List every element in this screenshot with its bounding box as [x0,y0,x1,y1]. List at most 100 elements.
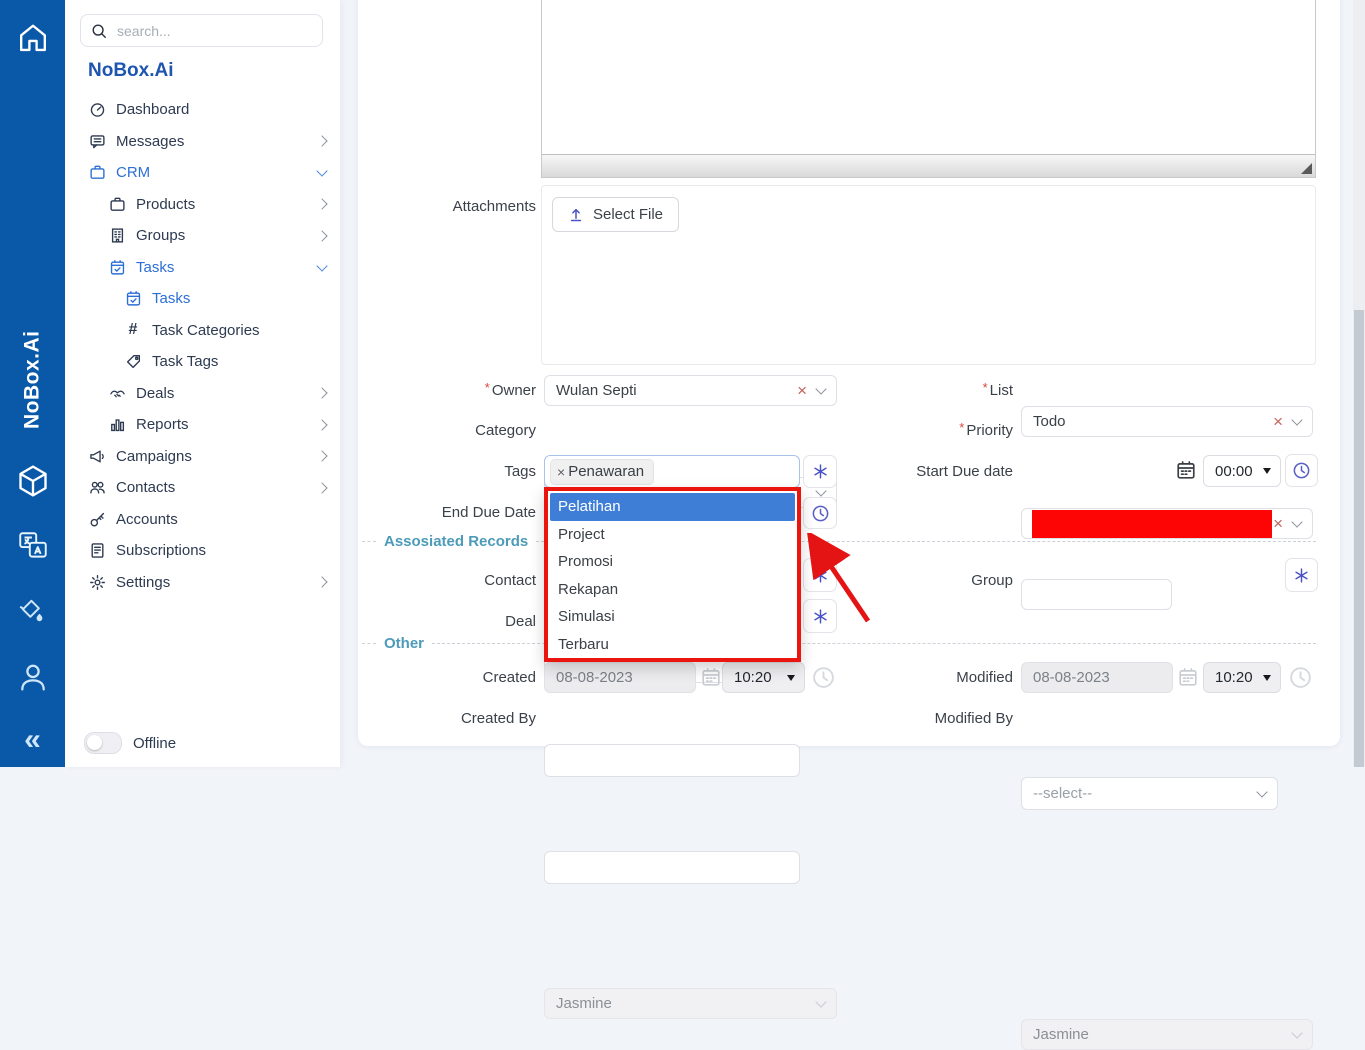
dropdown-option[interactable]: Project [548,521,797,549]
created-by-value: Jasmine [556,995,612,1012]
task-calendar-icon [108,258,126,276]
contact-select[interactable] [544,744,800,777]
task-calendar-icon [124,290,142,308]
chevron-right-icon [316,577,327,588]
dropdown-option[interactable]: Simulasi [548,603,797,631]
sidebar-item-reports[interactable]: Reports [65,409,340,441]
owner-select[interactable]: Wulan Septi × [544,375,837,406]
asterisk-icon [1293,567,1310,584]
clock-icon-disabled [1288,665,1313,690]
created-label: Created [336,667,536,688]
offline-label: Offline [133,735,176,752]
tags-input[interactable]: × Penawaran [544,455,800,488]
priority-clear-icon[interactable]: × [1273,513,1283,534]
description-editor[interactable] [541,0,1316,178]
start-due-time-value: 00:00 [1215,463,1253,480]
dropdown-option[interactable]: Rekapan [548,576,797,604]
start-due-clock-button[interactable] [1285,454,1318,487]
chevron-down-icon[interactable] [1291,414,1302,425]
sidebar-item-settings[interactable]: Settings [65,567,340,599]
end-due-clock-button[interactable] [803,497,837,529]
building-icon [108,227,126,245]
sidebar-item-accounts[interactable]: Accounts [65,504,340,536]
chevron-down-icon [316,166,327,177]
translate-icon[interactable] [0,525,65,567]
upload-icon [568,207,584,223]
owner-label: *Owner [336,380,536,401]
briefcase-icon [88,164,106,182]
required-asterisk: * [983,380,988,395]
sidebar: NoBox.Ai Dashboard Messages CRM Products [65,0,340,767]
sidebar-item-tasks-sub[interactable]: Tasks [65,283,340,315]
calendar-icon[interactable] [1176,460,1196,480]
chevron-down-icon[interactable] [1291,516,1302,527]
dropdown-option[interactable]: Promosi [548,548,797,576]
chevron-right-icon [316,136,327,147]
select-arrow-icon [1263,675,1271,681]
list-select[interactable]: Todo × [1021,406,1313,437]
category-label: Category [336,420,536,441]
modified-by-value: Jasmine [1033,1026,1089,1043]
created-date-input: 08-08-2023 [544,662,696,693]
sidebar-item-crm[interactable]: CRM [65,157,340,189]
search-box[interactable] [80,14,323,47]
document-icon [88,542,106,560]
ink-drop-icon[interactable] [0,590,65,634]
megaphone-icon [88,447,106,465]
dropdown-option[interactable]: Pelatihan [550,493,795,521]
box-icon[interactable] [0,455,65,507]
sidebar-item-tasks[interactable]: Tasks [65,252,340,284]
tag-chip-label: Penawaran [568,463,644,480]
select-arrow-icon [787,675,795,681]
created-by-label: Created By [336,708,536,729]
offline-toggle[interactable] [84,732,122,754]
chevron-down-icon [1291,1027,1302,1038]
sidebar-item-groups[interactable]: Groups [65,220,340,252]
sidebar-menu: Dashboard Messages CRM Products Groups [65,94,340,598]
tags-label: Tags [336,461,536,482]
section-title: Assosiated Records [384,533,528,550]
page-scrollbar[interactable] [1353,0,1365,767]
group-select[interactable]: --select-- [1021,777,1278,810]
modified-time-select[interactable]: 10:20 [1203,662,1281,693]
group-mandatory-button[interactable] [1285,558,1318,592]
select-file-button[interactable]: Select File [552,197,679,232]
sidebar-item-contacts[interactable]: Contacts [65,472,340,504]
sidebar-item-task-categories[interactable]: # Task Categories [65,315,340,347]
resize-handle-icon[interactable] [1301,163,1312,174]
search-input[interactable] [115,22,312,40]
sidebar-item-messages[interactable]: Messages [65,126,340,158]
list-clear-icon[interactable]: × [1273,411,1283,432]
required-asterisk: * [485,380,490,395]
priority-label: *Priority [813,420,1013,441]
sidebar-item-subscriptions[interactable]: Subscriptions [65,535,340,567]
owner-clear-icon[interactable]: × [797,380,807,401]
tags-dropdown: Pelatihan Project Promosi Rekapan Simula… [544,487,801,662]
sidebar-item-dashboard[interactable]: Dashboard [65,94,340,126]
start-due-time-select[interactable]: 00:00 [1203,455,1281,487]
chevron-down-icon [815,996,826,1007]
remove-tag-icon[interactable]: × [557,464,565,480]
chevron-down-icon[interactable] [1256,786,1267,797]
dropdown-option[interactable]: Terbaru [548,631,797,659]
sidebar-item-task-tags[interactable]: Task Tags [65,346,340,378]
home-icon[interactable] [0,14,65,60]
collapse-icon[interactable]: « [0,718,65,762]
sidebar-item-products[interactable]: Products [65,189,340,221]
scrollbar-thumb[interactable] [1354,310,1364,767]
gauge-icon [88,101,106,119]
modified-by-select: Jasmine [1021,1019,1313,1050]
chevron-right-icon [316,482,327,493]
calendar-icon-disabled [701,667,721,687]
start-due-date-input[interactable] [1021,579,1172,610]
deal-select[interactable] [544,851,800,884]
deal-label: Deal [336,611,536,632]
chevron-right-icon [316,451,327,462]
sidebar-item-deals[interactable]: Deals [65,378,340,410]
created-time-select[interactable]: 10:20 [722,662,805,693]
user-icon[interactable] [0,655,65,699]
contact-label: Contact [336,570,536,591]
attachments-dropzone[interactable]: Select File [541,185,1316,365]
sidebar-item-campaigns[interactable]: Campaigns [65,441,340,473]
key-icon [88,510,106,528]
